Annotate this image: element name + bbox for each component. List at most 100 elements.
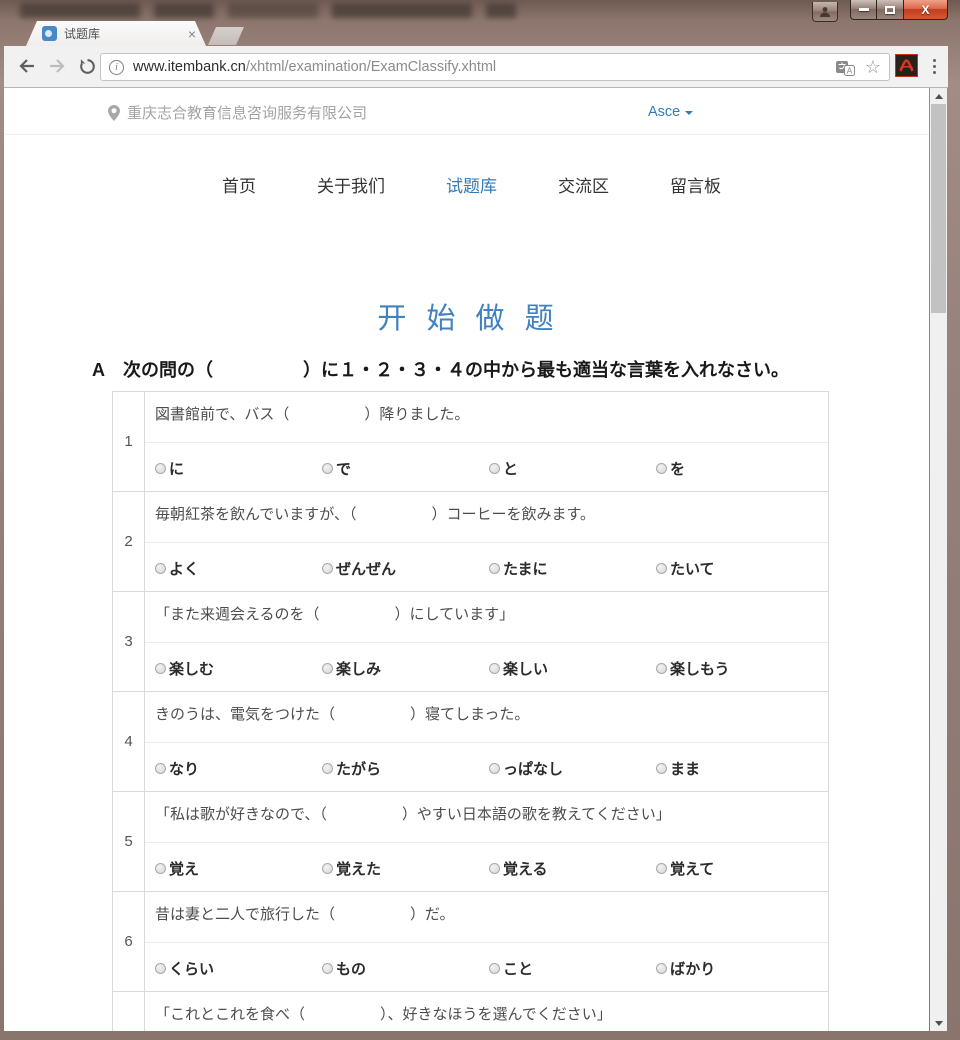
answer-option[interactable]: 楽しもう	[656, 658, 730, 679]
answer-label[interactable]: 楽しみ	[336, 658, 381, 679]
answer-option[interactable]: たまに	[489, 558, 548, 579]
answer-label[interactable]: 覚えた	[336, 858, 381, 879]
answer-label[interactable]: で	[336, 458, 351, 479]
radio-button[interactable]	[656, 863, 667, 874]
answer-option[interactable]: なり	[155, 758, 199, 779]
radio-button[interactable]	[322, 463, 333, 474]
radio-button[interactable]	[656, 463, 667, 474]
radio-button[interactable]	[656, 963, 667, 974]
answer-label[interactable]: たいて	[670, 558, 715, 579]
scrollbar-thumb[interactable]	[931, 104, 946, 313]
answer-option[interactable]: っぱなし	[489, 758, 563, 779]
forward-button[interactable]	[46, 55, 68, 77]
browser-tab[interactable]: 试题库 ×	[26, 21, 206, 46]
radio-button[interactable]	[155, 563, 166, 574]
nav-item[interactable]: 试题库	[446, 172, 497, 197]
answer-label[interactable]: たまに	[503, 558, 548, 579]
radio-button[interactable]	[656, 763, 667, 774]
radio-button[interactable]	[322, 963, 333, 974]
radio-button[interactable]	[656, 663, 667, 674]
radio-button[interactable]	[489, 963, 500, 974]
answer-label[interactable]: まま	[670, 758, 700, 779]
close-button[interactable]: X	[904, 0, 948, 20]
translate-icon[interactable]: A	[835, 59, 855, 76]
maximize-button[interactable]	[877, 0, 904, 20]
answer-label[interactable]: たがら	[336, 758, 381, 779]
answer-label[interactable]: 覚えて	[670, 858, 714, 879]
reload-button[interactable]	[76, 55, 98, 77]
answer-label[interactable]: に	[169, 458, 184, 479]
answer-option[interactable]: と	[489, 458, 518, 479]
scroll-up-button[interactable]	[930, 88, 947, 104]
page-scrollbar[interactable]	[930, 88, 947, 1031]
svg-text:A: A	[847, 65, 853, 75]
radio-button[interactable]	[489, 663, 500, 674]
radio-button[interactable]	[155, 963, 166, 974]
answer-label[interactable]: を	[670, 458, 685, 479]
answer-option[interactable]: ばかり	[656, 958, 715, 979]
radio-button[interactable]	[322, 863, 333, 874]
answer-label[interactable]: ぜんぜん	[336, 558, 396, 579]
answer-label[interactable]: なり	[169, 758, 199, 779]
answer-option[interactable]: 覚える	[489, 858, 548, 879]
answer-option[interactable]: に	[155, 458, 184, 479]
question-number: 6	[113, 892, 145, 991]
radio-button[interactable]	[489, 463, 500, 474]
answer-label[interactable]: 楽しもう	[670, 658, 730, 679]
answer-option[interactable]: 楽しむ	[155, 658, 214, 679]
account-menu[interactable]: Asce	[648, 104, 694, 120]
minimize-button[interactable]	[850, 0, 877, 20]
answer-option[interactable]: ぜんぜん	[322, 558, 396, 579]
radio-button[interactable]	[656, 563, 667, 574]
answer-label[interactable]: 覚える	[503, 858, 548, 879]
answer-option[interactable]: こと	[489, 958, 533, 979]
scroll-down-button[interactable]	[930, 1015, 947, 1031]
answer-option[interactable]: を	[656, 458, 685, 479]
radio-button[interactable]	[322, 563, 333, 574]
answer-option[interactable]: 覚え	[155, 858, 199, 879]
answer-option[interactable]: よく	[155, 558, 199, 579]
bookmark-star-icon[interactable]: ☆	[865, 58, 881, 76]
new-tab-button[interactable]	[208, 27, 244, 45]
answer-label[interactable]: 楽しむ	[169, 658, 214, 679]
browser-menu-button[interactable]	[927, 55, 941, 77]
answer-option[interactable]: もの	[322, 958, 366, 979]
radio-button[interactable]	[489, 863, 500, 874]
profile-button[interactable]	[812, 2, 838, 22]
radio-button[interactable]	[155, 463, 166, 474]
nav-item[interactable]: 留言板	[670, 172, 721, 197]
answer-option[interactable]: まま	[656, 758, 700, 779]
adobe-acrobat-extension-icon[interactable]	[895, 54, 918, 77]
answer-label[interactable]: っぱなし	[503, 758, 563, 779]
answer-label[interactable]: こと	[503, 958, 533, 979]
radio-button[interactable]	[155, 763, 166, 774]
answer-label[interactable]: 覚え	[169, 858, 199, 879]
answer-label[interactable]: くらい	[169, 958, 214, 979]
radio-button[interactable]	[155, 863, 166, 874]
answer-option[interactable]: たいて	[656, 558, 715, 579]
answer-option[interactable]: 覚えた	[322, 858, 381, 879]
nav-item[interactable]: 关于我们	[317, 172, 385, 197]
answer-label[interactable]: よく	[169, 558, 199, 579]
answer-label[interactable]: と	[503, 458, 518, 479]
nav-item[interactable]: 首页	[222, 172, 256, 197]
answer-option[interactable]: 楽しみ	[322, 658, 381, 679]
answer-option[interactable]: 覚えて	[656, 858, 714, 879]
answer-option[interactable]: たがら	[322, 758, 381, 779]
radio-button[interactable]	[489, 763, 500, 774]
radio-button[interactable]	[322, 763, 333, 774]
page-info-icon[interactable]: i	[109, 59, 124, 75]
radio-button[interactable]	[322, 663, 333, 674]
nav-item[interactable]: 交流区	[558, 172, 609, 197]
answer-option[interactable]: で	[322, 458, 351, 479]
tab-close-icon[interactable]: ×	[186, 27, 198, 41]
answer-option[interactable]: 楽しい	[489, 658, 548, 679]
answer-label[interactable]: 楽しい	[503, 658, 548, 679]
radio-button[interactable]	[489, 563, 500, 574]
answer-label[interactable]: もの	[336, 958, 366, 979]
back-button[interactable]	[16, 55, 38, 77]
answer-option[interactable]: くらい	[155, 958, 214, 979]
answer-label[interactable]: ばかり	[670, 958, 715, 979]
radio-button[interactable]	[155, 663, 166, 674]
address-bar[interactable]: i www.itembank.cn/xhtml/examination/Exam…	[100, 53, 890, 81]
